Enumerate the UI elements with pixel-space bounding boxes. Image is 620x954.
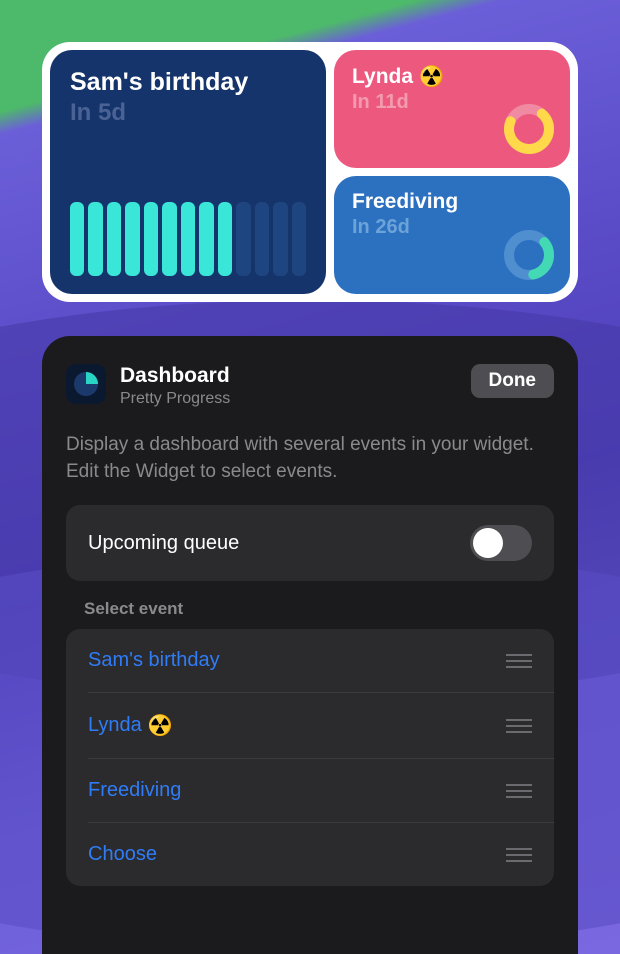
widget-countdown: In 5d xyxy=(70,99,306,127)
upcoming-queue-row[interactable]: Upcoming queue xyxy=(66,505,554,581)
panel-title: Dashboard xyxy=(120,364,457,388)
progress-bar-segment xyxy=(70,202,84,276)
widget-preview: Sam's birthday In 5d Lynda ☢️ In 11d Fre… xyxy=(42,42,578,302)
progress-bar-segment xyxy=(107,202,121,276)
widget-tile-sam[interactable]: Sam's birthday In 5d xyxy=(50,50,326,294)
event-label: Freediving xyxy=(88,779,181,802)
event-list: Sam's birthday Lynda☢️ Freediving Choose xyxy=(66,629,554,886)
event-row[interactable]: Choose xyxy=(88,822,554,886)
progress-bars xyxy=(70,202,306,276)
drag-handle-icon[interactable] xyxy=(506,848,532,862)
event-label: Lynda☢️ xyxy=(88,713,173,738)
progress-bar-segment xyxy=(255,202,269,276)
radioactive-icon: ☢️ xyxy=(148,713,173,738)
toggle-label: Upcoming queue xyxy=(88,532,239,555)
widget-settings-panel: Dashboard Pretty Progress Done Display a… xyxy=(42,336,578,954)
progress-bar-segment xyxy=(236,202,250,276)
progress-ring-icon xyxy=(502,102,556,156)
event-row[interactable]: Freediving xyxy=(88,758,554,822)
progress-bar-segment xyxy=(292,202,306,276)
event-row[interactable]: Lynda☢️ xyxy=(88,692,554,758)
progress-bar-segment xyxy=(144,202,158,276)
radioactive-icon: ☢️ xyxy=(419,64,444,89)
panel-subtitle: Pretty Progress xyxy=(120,390,457,408)
widget-tile-freediving[interactable]: Freediving In 26d xyxy=(334,176,570,294)
widget-tile-lynda[interactable]: Lynda ☢️ In 11d xyxy=(334,50,570,168)
progress-bar-segment xyxy=(88,202,102,276)
widget-title: Lynda ☢️ xyxy=(352,64,552,89)
widget-title: Freediving xyxy=(352,190,552,214)
progress-bar-segment xyxy=(273,202,287,276)
drag-handle-icon[interactable] xyxy=(506,719,532,733)
progress-bar-segment xyxy=(199,202,213,276)
drag-handle-icon[interactable] xyxy=(506,654,532,668)
progress-ring-icon xyxy=(502,228,556,282)
app-icon xyxy=(66,364,106,404)
progress-bar-segment xyxy=(218,202,232,276)
done-button[interactable]: Done xyxy=(471,364,555,398)
progress-bar-segment xyxy=(162,202,176,276)
event-label: Choose xyxy=(88,843,157,866)
drag-handle-icon[interactable] xyxy=(506,784,532,798)
upcoming-queue-toggle[interactable] xyxy=(470,525,532,561)
settings-description: Display a dashboard with several events … xyxy=(66,432,554,485)
progress-bar-segment xyxy=(181,202,195,276)
event-label: Sam's birthday xyxy=(88,649,220,672)
widget-title: Sam's birthday xyxy=(70,68,306,97)
event-row[interactable]: Sam's birthday xyxy=(66,629,554,692)
progress-bar-segment xyxy=(125,202,139,276)
section-label: Select event xyxy=(84,599,554,619)
